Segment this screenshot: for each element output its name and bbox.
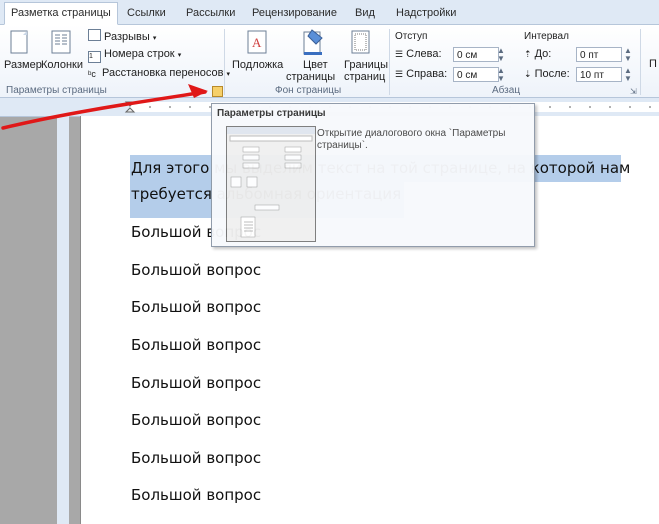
annotation-arrow-icon	[1, 84, 208, 130]
